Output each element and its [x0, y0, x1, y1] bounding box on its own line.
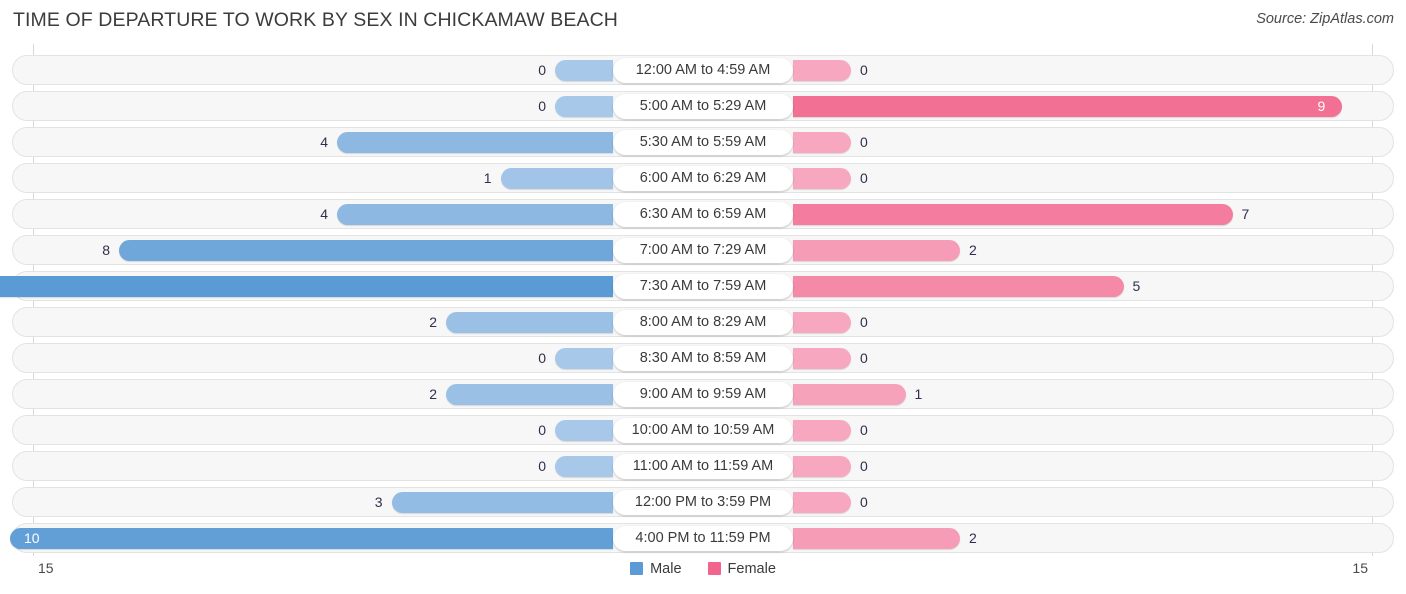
- bar-value-female: 9: [1317, 98, 1326, 114]
- category-label: 12:00 PM to 3:59 PM: [613, 490, 793, 515]
- chart-row: 8 2 7:00 AM to 7:29 AM: [0, 233, 1406, 269]
- bar-male[interactable]: [337, 132, 613, 153]
- chart-row: 0 0 10:00 AM to 10:59 AM: [0, 413, 1406, 449]
- chart-row: 1157:30 AM to 7:59 AM: [0, 269, 1406, 305]
- chart-row: 3 0 12:00 PM to 3:59 PM: [0, 485, 1406, 521]
- bar-value-female: 0: [860, 170, 868, 186]
- bar-value-male: 0: [538, 458, 546, 474]
- bar-male[interactable]: [391, 492, 613, 513]
- bar-value-male: 1: [483, 170, 492, 186]
- category-label: 4:00 PM to 11:59 PM: [613, 526, 793, 551]
- chart-row: 0 0 8:30 AM to 8:59 AM: [0, 341, 1406, 377]
- bar-female[interactable]: [793, 168, 851, 189]
- chart-row: 0 9 5:00 AM to 5:29 AM: [0, 89, 1406, 125]
- bar-value-male: 4: [320, 206, 328, 222]
- bar-female[interactable]: [793, 456, 851, 477]
- bar-male[interactable]: [337, 204, 613, 225]
- category-label: 6:00 AM to 6:29 AM: [613, 166, 793, 191]
- bar-female[interactable]: [793, 384, 906, 405]
- category-label: 9:00 AM to 9:59 AM: [613, 382, 793, 407]
- category-label: 7:00 AM to 7:29 AM: [613, 238, 793, 263]
- category-label: 12:00 AM to 4:59 AM: [613, 58, 793, 83]
- chart-legend: Male Female: [0, 560, 1406, 577]
- category-label: 11:00 AM to 11:59 AM: [613, 454, 793, 479]
- chart-row: 2 1 9:00 AM to 9:59 AM: [0, 377, 1406, 413]
- category-label: 8:30 AM to 8:59 AM: [613, 346, 793, 371]
- chart-row: 10 2 4:00 PM to 11:59 PM: [0, 521, 1406, 557]
- bar-value-male: 0: [538, 350, 546, 366]
- bar-value-female: 7: [1241, 206, 1250, 222]
- bar-value-female: 0: [860, 314, 868, 330]
- bar-female[interactable]: [793, 492, 851, 513]
- legend-swatch-male-icon: [630, 561, 644, 575]
- bar-female[interactable]: [793, 312, 851, 333]
- category-label: 10:00 AM to 10:59 AM: [613, 418, 793, 443]
- chart-row: 2 0 8:00 AM to 8:29 AM: [0, 305, 1406, 341]
- chart-footer: 15 15 Male Female: [0, 556, 1406, 594]
- chart-row: 0 0 11:00 AM to 11:59 AM: [0, 449, 1406, 485]
- bar-value-male: 0: [538, 98, 546, 114]
- chart-row: 4 7 6:30 AM to 6:59 AM: [0, 197, 1406, 233]
- bar-male[interactable]: [555, 96, 613, 117]
- bar-male[interactable]: [555, 348, 613, 369]
- bar-value-female: 0: [860, 62, 868, 78]
- bar-female[interactable]: [793, 132, 851, 153]
- bar-male[interactable]: [10, 528, 613, 549]
- legend-label-male: Male: [650, 561, 682, 577]
- bar-value-male: 0: [538, 62, 546, 78]
- chart-row: 1 0 6:00 AM to 6:29 AM: [0, 161, 1406, 197]
- page-title: TIME OF DEPARTURE TO WORK BY SEX IN CHIC…: [13, 9, 618, 31]
- bar-value-male: 2: [429, 386, 437, 402]
- bar-male[interactable]: [555, 420, 613, 441]
- chart-row: 0 0 12:00 AM to 4:59 AM: [0, 53, 1406, 89]
- bar-female[interactable]: [793, 528, 960, 549]
- bar-male[interactable]: [555, 60, 613, 81]
- legend-swatch-female-icon: [707, 561, 721, 575]
- bar-value-female: 0: [860, 134, 868, 150]
- category-label: 8:00 AM to 8:29 AM: [613, 310, 793, 335]
- bar-value-female: 0: [860, 350, 868, 366]
- category-label: 5:30 AM to 5:59 AM: [613, 130, 793, 155]
- source-attribution: Source: ZipAtlas.com: [1256, 11, 1394, 27]
- bar-male[interactable]: [555, 456, 613, 477]
- bar-value-female: 5: [1132, 278, 1141, 294]
- bar-female[interactable]: [793, 60, 851, 81]
- bar-male[interactable]: [119, 240, 613, 261]
- bar-value-male: 3: [374, 494, 383, 510]
- bar-female[interactable]: [793, 420, 851, 441]
- bar-female[interactable]: [793, 276, 1124, 297]
- bar-male[interactable]: [500, 168, 613, 189]
- bar-value-male: 4: [320, 134, 328, 150]
- bar-value-male: 10: [24, 530, 40, 546]
- legend-label-female: Female: [727, 561, 776, 577]
- bar-value-female: 1: [914, 386, 923, 402]
- bar-value-female: 0: [860, 458, 868, 474]
- chart-header: TIME OF DEPARTURE TO WORK BY SEX IN CHIC…: [0, 0, 1406, 44]
- bar-value-male: 8: [102, 242, 110, 258]
- bar-value-male: 0: [538, 422, 546, 438]
- bar-male[interactable]: [0, 276, 613, 297]
- category-label: 7:30 AM to 7:59 AM: [613, 274, 793, 299]
- chart-plot-area: 0 0 12:00 AM to 4:59 AM 0 9 5:00 AM to 5:29 A…: [0, 44, 1406, 556]
- category-label: 5:00 AM to 5:29 AM: [613, 94, 793, 119]
- bar-value-female: 2: [969, 530, 977, 546]
- bar-male[interactable]: [446, 312, 613, 333]
- category-label: 6:30 AM to 6:59 AM: [613, 202, 793, 227]
- bar-female[interactable]: [793, 96, 1342, 117]
- chart-row: 4 0 5:30 AM to 5:59 AM: [0, 125, 1406, 161]
- bar-female[interactable]: [793, 240, 960, 261]
- bar-value-male: 2: [429, 314, 437, 330]
- legend-item-female[interactable]: Female: [707, 560, 776, 577]
- bar-female[interactable]: [793, 348, 851, 369]
- legend-item-male[interactable]: Male: [630, 560, 682, 577]
- bar-value-female: 0: [860, 494, 868, 510]
- bar-male[interactable]: [446, 384, 613, 405]
- bar-female[interactable]: [793, 204, 1233, 225]
- bar-value-female: 2: [969, 242, 977, 258]
- bar-value-female: 0: [860, 422, 868, 438]
